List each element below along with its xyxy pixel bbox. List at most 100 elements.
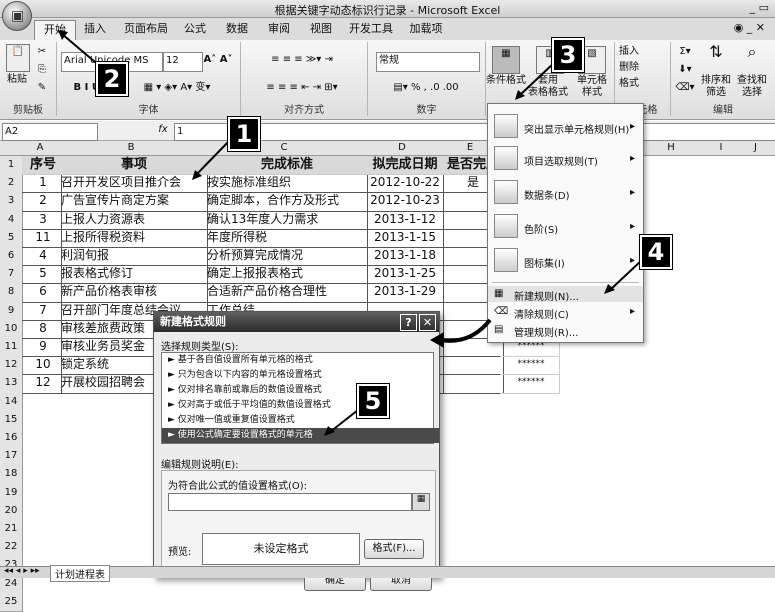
row-header[interactable]: 4 (0, 210, 23, 230)
menu-item-top-bottom-rules[interactable]: 项目选取规则(T) ▸ (488, 144, 643, 174)
table-header[interactable]: 完成标准 (204, 156, 368, 175)
table-cell[interactable]: 1 (22, 174, 62, 194)
formula-input[interactable]: 1 (174, 123, 775, 141)
menu-item-highlight-rules[interactable]: 突出显示单元格规则(H) ▸ (488, 112, 643, 142)
table-cell[interactable]: 4 (22, 247, 62, 267)
close-icon[interactable]: ✕ (419, 314, 436, 331)
find-select-icon[interactable]: ⌕ (737, 44, 767, 60)
table-cell[interactable]: 按实施标准组织 (204, 174, 368, 194)
table-cell[interactable]: 召开开发区项目推介会 (58, 174, 208, 194)
table-cell[interactable]: 2013-1-15 (364, 228, 444, 248)
row-header[interactable]: 20 (0, 501, 23, 521)
align-top-icons[interactable]: ≡ ≡ ≡ ≫▾ ⇥ (247, 54, 357, 66)
border-fill-color[interactable]: ▦ ▾ ◈▾ A▾ 变▾ (127, 82, 227, 94)
table-cell[interactable]: 2013-1-25 (364, 265, 444, 285)
table-header[interactable]: 序号 (22, 156, 62, 175)
row-header[interactable]: 15 (0, 410, 23, 430)
table-cell[interactable] (440, 356, 504, 376)
help-icon[interactable]: ? (400, 314, 417, 331)
cut-icon[interactable]: ✂ (36, 46, 48, 58)
table-cell[interactable]: 2012-10-22 (364, 174, 444, 194)
menu-item-manage-rules[interactable]: ▤ 管理规则(R)... (488, 322, 643, 339)
font-size-select[interactable]: 12 (163, 52, 203, 72)
select-all-corner[interactable] (0, 141, 23, 156)
sort-filter-line1[interactable]: 排序和 (699, 75, 733, 87)
tab-data[interactable]: 数据 (222, 20, 252, 40)
table-cell[interactable]: 3 (22, 210, 62, 230)
rule-type-option[interactable]: ► 仅对排名靠前或靠后的数值设置格式 (162, 383, 439, 398)
row-header[interactable]: 25 (0, 592, 23, 612)
menu-item-new-rule[interactable]: ▦ 新建规则(N)... (488, 286, 643, 303)
table-cell[interactable]: 2013-1-12 (364, 210, 444, 230)
formula-field[interactable] (168, 493, 412, 511)
table-cell[interactable]: 12 (22, 374, 62, 394)
column-header[interactable]: I (706, 141, 737, 156)
menu-item-clear-rules[interactable]: ⌫ 清除规则(C) ▸ (488, 304, 643, 321)
rule-type-list[interactable]: ► 基于各自值设置所有单元格的格式 ► 只为包含以下内容的单元格设置格式 ► 仅… (161, 352, 439, 444)
row-header[interactable]: 12 (0, 356, 23, 376)
paste-icon[interactable]: 📋 (6, 44, 30, 72)
align-horizontal-icons[interactable]: ≡ ≡ ≡ ⇤ ⇥ ⊞▾ (247, 82, 357, 94)
table-cell[interactable]: 7 (22, 301, 62, 321)
table-cell[interactable]: 分析预算完成情况 (204, 247, 368, 267)
sort-filter-line2[interactable]: 筛选 (699, 87, 733, 99)
table-cell[interactable]: 利润旬报 (58, 247, 208, 267)
table-cell[interactable]: 2013-1-18 (364, 247, 444, 267)
tab-developer[interactable]: 开发工具 (346, 20, 396, 40)
table-cell[interactable]: 上报人力资源表 (58, 210, 208, 230)
row-header[interactable]: 17 (0, 447, 23, 467)
column-header[interactable]: D (364, 141, 441, 156)
table-cell[interactable]: 2013-1-29 (364, 283, 444, 303)
row-header[interactable]: 5 (0, 228, 23, 248)
table-cell[interactable] (440, 374, 504, 394)
menu-item-icon-sets[interactable]: 图标集(I) ▸ (488, 246, 643, 276)
format-painter-icon[interactable]: ✎ (36, 82, 48, 94)
row-header[interactable]: 14 (0, 392, 23, 412)
table-format-line2[interactable]: 表格格式 (528, 87, 568, 99)
table-cell[interactable]: 年度所得税 (204, 228, 368, 248)
sort-filter-icon[interactable]: ⇅ (701, 44, 731, 60)
table-cell[interactable]: 报表格式修订 (58, 265, 208, 285)
table-cell[interactable]: 6 (22, 283, 62, 303)
conditional-format-icon[interactable]: ▦ (492, 46, 520, 74)
row-header[interactable]: 22 (0, 538, 23, 558)
find-select-line1[interactable]: 查找和 (735, 75, 769, 87)
rule-type-option-selected[interactable]: ► 使用公式确定要设置格式的单元格 (162, 428, 439, 443)
fx-icon[interactable]: fx (156, 124, 170, 136)
table-cell[interactable]: 10 (22, 356, 62, 376)
table-header[interactable]: 事项 (58, 156, 208, 175)
masked-cell[interactable]: ****** (500, 374, 560, 394)
sheet-nav-arrows-icon[interactable]: ◂◂ ◂ ▸ ▸▸ (4, 566, 40, 576)
tab-page-layout[interactable]: 页面布局 (120, 20, 172, 40)
copy-icon[interactable]: ⎘ (36, 64, 48, 76)
table-cell[interactable]: 确认13年度人力需求 (204, 210, 368, 230)
table-cell[interactable]: 2012-10-23 (364, 192, 444, 212)
row-header[interactable]: 21 (0, 520, 23, 540)
table-cell[interactable]: 确定脚本，合作方及形式 (204, 192, 368, 212)
rule-type-option[interactable]: ► 只为包含以下内容的单元格设置格式 (162, 368, 439, 383)
table-cell[interactable]: 上报所得税资料 (58, 228, 208, 248)
fill-icon[interactable]: ⬇▾ (675, 64, 695, 76)
table-cell[interactable]: 2 (22, 192, 62, 212)
tab-addins[interactable]: 加载项 (406, 20, 446, 40)
format-cells-button[interactable]: 格式 (619, 78, 665, 90)
row-header[interactable]: 7 (0, 265, 23, 285)
format-button[interactable]: 格式(F)... (364, 539, 424, 559)
row-header[interactable]: 1 (0, 156, 23, 176)
tab-home[interactable]: 开始 (34, 20, 76, 41)
row-header[interactable]: 3 (0, 192, 23, 212)
name-box[interactable]: A2 (2, 123, 98, 141)
tab-review[interactable]: 审阅 (264, 20, 294, 40)
table-cell[interactable]: 确定上报报表格式 (204, 265, 368, 285)
row-header[interactable]: 2 (0, 174, 23, 194)
row-header[interactable]: 13 (0, 374, 23, 394)
office-button[interactable]: ▣ (2, 1, 32, 31)
table-cell[interactable]: 9 (22, 338, 62, 358)
autosum-icon[interactable]: Σ▾ (675, 46, 695, 58)
table-cell[interactable]: 8 (22, 319, 62, 339)
tab-view[interactable]: 视图 (306, 20, 336, 40)
row-header[interactable]: 10 (0, 319, 23, 339)
menu-item-color-scales[interactable]: 色阶(S) ▸ (488, 212, 643, 242)
column-header[interactable]: H (636, 141, 707, 156)
row-header[interactable]: 19 (0, 483, 23, 503)
